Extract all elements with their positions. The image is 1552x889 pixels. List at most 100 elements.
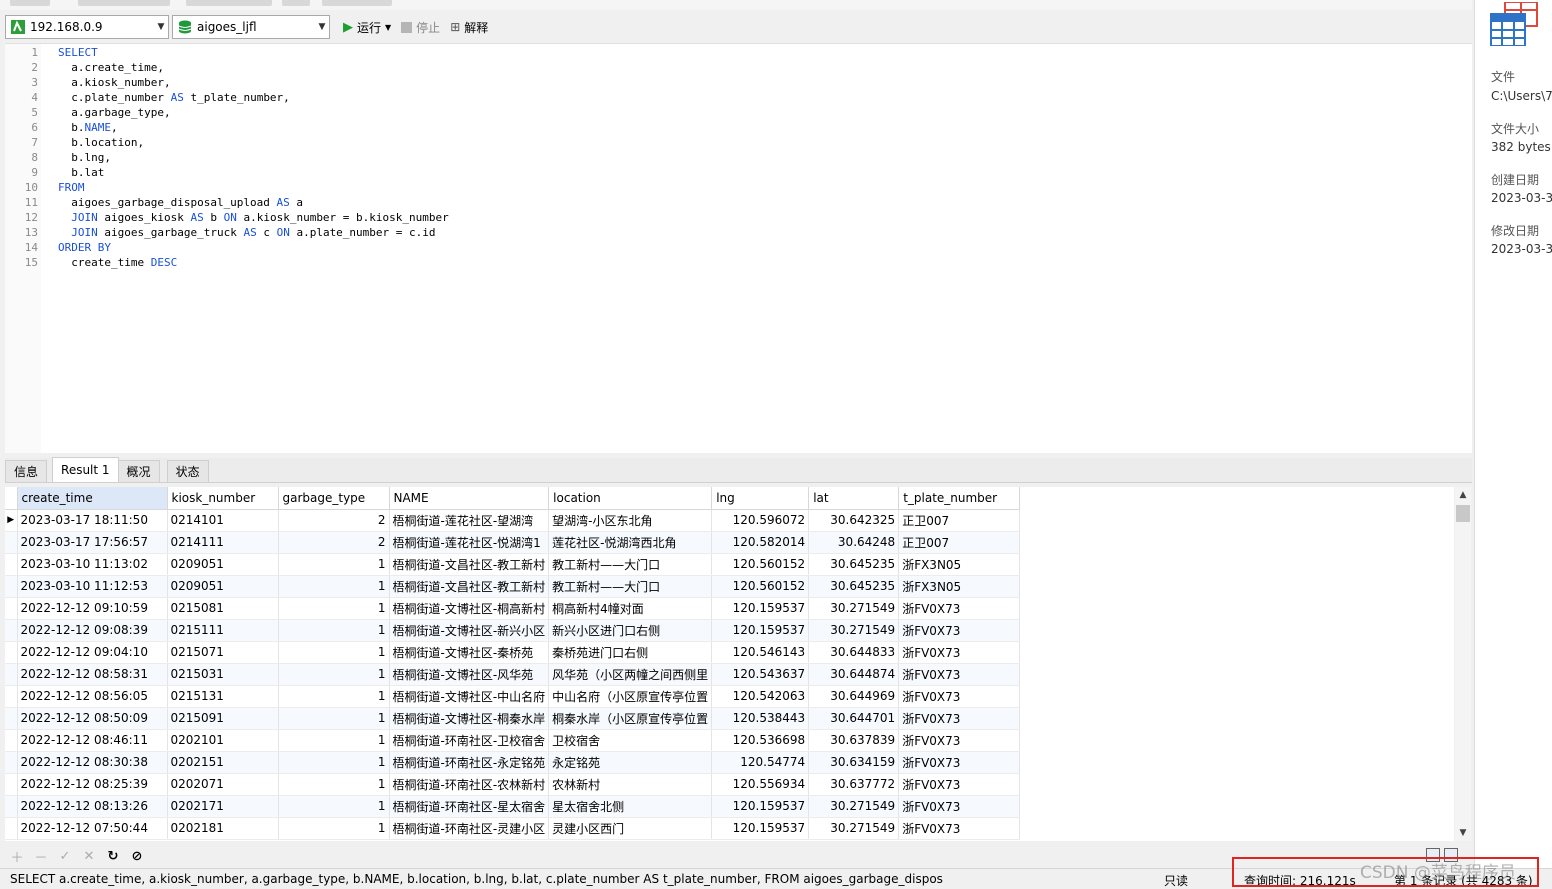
table-row[interactable]: 2022-12-12 08:13:26 0202171 1 梧桐街道-环南社区-星太宿… <box>5 795 1021 818</box>
row-indicator[interactable] <box>5 575 18 598</box>
table-cell[interactable]: 30.634159 <box>808 751 900 774</box>
table-cell[interactable]: 梧桐街道-文博社区-桐秦水岸 <box>389 707 550 730</box>
table-cell[interactable]: 30.64248 <box>808 531 900 554</box>
table-row[interactable]: 2022-12-12 07:50:44 0202181 1 梧桐街道-环南社区-灵建小… <box>5 817 1021 840</box>
table-cell[interactable]: 2022-12-12 08:58:31 <box>17 663 168 686</box>
table-cell[interactable]: 2022-12-12 08:56:05 <box>17 685 168 708</box>
row-indicator[interactable]: ▶ <box>5 509 18 532</box>
column-header-lat[interactable]: lat <box>808 487 900 510</box>
table-cell[interactable]: 2023-03-17 17:56:57 <box>17 531 168 554</box>
table-cell[interactable]: 30.637772 <box>808 773 900 796</box>
table-cell[interactable]: 中山名府（小区原宣传亭位置 <box>548 685 713 708</box>
table-cell[interactable]: 0202171 <box>167 795 279 818</box>
table-cell[interactable]: 0202151 <box>167 751 279 774</box>
table-cell[interactable]: 梧桐街道-莲花社区-悦湖湾1 <box>389 531 550 554</box>
table-row[interactable]: 2022-12-12 09:04:10 0215071 1 梧桐街道-文博社区-秦桥苑… <box>5 641 1021 664</box>
table-cell[interactable]: 120.560152 <box>711 553 810 576</box>
table-cell[interactable]: 120.596072 <box>711 509 810 532</box>
table-cell[interactable]: 1 <box>278 685 390 708</box>
sql-editor[interactable]: 1 SELECT 2 a.create_time, 3 a.kiosk_number,… <box>5 43 1472 453</box>
table-cell[interactable]: 1 <box>278 597 390 620</box>
table-cell[interactable]: 0214101 <box>167 509 279 532</box>
table-cell[interactable]: 2 <box>278 509 390 532</box>
table-cell[interactable]: 120.542063 <box>711 685 810 708</box>
table-cell[interactable]: 秦桥苑进门口右侧 <box>548 641 713 664</box>
table-cell[interactable]: 1 <box>278 795 390 818</box>
table-cell[interactable]: 30.644874 <box>808 663 900 686</box>
scroll-up-icon[interactable]: ▲ <box>1455 487 1471 503</box>
table-cell[interactable]: 2023-03-10 11:13:02 <box>17 553 168 576</box>
table-cell[interactable]: 0214111 <box>167 531 279 554</box>
row-indicator[interactable] <box>5 729 18 752</box>
table-cell[interactable]: 1 <box>278 773 390 796</box>
table-cell[interactable]: 梧桐街道-环南社区-星太宿舍 <box>389 795 550 818</box>
table-cell[interactable]: 浙FV0X73 <box>898 795 1021 818</box>
table-cell[interactable]: 1 <box>278 663 390 686</box>
table-cell[interactable]: 30.271549 <box>808 619 900 642</box>
table-cell[interactable]: 梧桐街道-文博社区-中山名府 <box>389 685 550 708</box>
column-header-t-plate-number[interactable]: t_plate_number <box>898 487 1021 510</box>
table-cell[interactable]: 0209051 <box>167 575 279 598</box>
row-indicator[interactable] <box>5 751 18 774</box>
table-cell[interactable]: 0215081 <box>167 597 279 620</box>
table-cell[interactable]: 1 <box>278 619 390 642</box>
table-cell[interactable]: 120.556934 <box>711 773 810 796</box>
explain-button[interactable]: ⊞ 解释 <box>450 15 488 39</box>
stop-button[interactable]: 停止 <box>401 15 440 39</box>
row-indicator[interactable] <box>5 531 18 554</box>
table-row[interactable]: 2023-03-17 17:56:57 0214111 2 梧桐街道-莲花社区-悦湖湾… <box>5 531 1021 554</box>
table-row[interactable]: 2022-12-12 08:25:39 0202071 1 梧桐街道-环南社区-农林新… <box>5 773 1021 796</box>
table-cell[interactable]: 120.582014 <box>711 531 810 554</box>
table-cell[interactable]: 30.271549 <box>808 795 900 818</box>
table-cell[interactable]: 120.546143 <box>711 641 810 664</box>
table-cell[interactable]: 2 <box>278 531 390 554</box>
table-cell[interactable]: 浙FV0X73 <box>898 619 1021 642</box>
table-cell[interactable]: 浙FV0X73 <box>898 707 1021 730</box>
table-cell[interactable]: 120.54774 <box>711 751 810 774</box>
tab-profile[interactable]: 概况 <box>117 460 160 482</box>
table-row[interactable]: 2022-12-12 08:58:31 0215031 1 梧桐街道-文博社区-风华苑… <box>5 663 1021 686</box>
row-indicator[interactable] <box>5 619 18 642</box>
row-indicator[interactable] <box>5 663 18 686</box>
table-cell[interactable]: 2023-03-17 18:11:50 <box>17 509 168 532</box>
table-row[interactable]: 2022-12-12 08:30:38 0202151 1 梧桐街道-环南社区-永定铭… <box>5 751 1021 774</box>
table-cell[interactable]: 教工新村——大门口 <box>548 553 713 576</box>
table-row[interactable]: 2022-12-12 08:46:11 0202101 1 梧桐街道-环南社区-卫校宿… <box>5 729 1021 752</box>
table-cell[interactable]: 浙FX3N05 <box>898 553 1021 576</box>
column-header-kiosk-number[interactable]: kiosk_number <box>167 487 279 510</box>
row-indicator[interactable] <box>5 707 18 730</box>
table-cell[interactable]: 梧桐街道-环南社区-永定铭苑 <box>389 751 550 774</box>
table-cell[interactable]: 梧桐街道-文博社区-新兴小区 <box>389 619 550 642</box>
chevron-down-icon[interactable]: ▼ <box>385 23 391 32</box>
row-indicator[interactable] <box>5 553 18 576</box>
table-cell[interactable]: 2022-12-12 09:08:39 <box>17 619 168 642</box>
table-cell[interactable]: 2022-12-12 08:25:39 <box>17 773 168 796</box>
table-cell[interactable]: 2022-12-12 08:46:11 <box>17 729 168 752</box>
table-cell[interactable]: 2022-12-12 08:13:26 <box>17 795 168 818</box>
table-cell[interactable]: 2022-12-12 09:10:59 <box>17 597 168 620</box>
row-indicator[interactable] <box>5 685 18 708</box>
table-cell[interactable]: 2022-12-12 09:04:10 <box>17 641 168 664</box>
tab-status[interactable]: 状态 <box>166 460 209 482</box>
table-cell[interactable]: 梧桐街道-文博社区-桐高新村 <box>389 597 550 620</box>
run-button[interactable]: ▶ 运行 ▼ <box>343 15 391 39</box>
table-cell[interactable]: 卫校宿舍 <box>548 729 713 752</box>
table-cell[interactable]: 桐秦水岸（小区原宣传亭位置 <box>548 707 713 730</box>
table-cell[interactable]: 1 <box>278 729 390 752</box>
table-cell[interactable]: 教工新村——大门口 <box>548 575 713 598</box>
table-cell[interactable]: 梧桐街道-环南社区-灵建小区 <box>389 817 550 840</box>
table-cell[interactable]: 30.644969 <box>808 685 900 708</box>
database-select[interactable]: aigoes_ljfl ▼ <box>172 15 330 39</box>
table-cell[interactable]: 1 <box>278 751 390 774</box>
table-cell[interactable]: 0215131 <box>167 685 279 708</box>
table-cell[interactable]: 星太宿舍北侧 <box>548 795 713 818</box>
stop-query-icon[interactable]: ⊘ <box>125 849 149 864</box>
table-cell[interactable]: 1 <box>278 575 390 598</box>
table-row[interactable]: 2022-12-12 09:10:59 0215081 1 梧桐街道-文博社区-桐高新… <box>5 597 1021 620</box>
table-cell[interactable]: 农林新村 <box>548 773 713 796</box>
table-cell[interactable]: 莲花社区-悦湖湾西北角 <box>548 531 713 554</box>
table-cell[interactable]: 正卫007 <box>898 509 1021 532</box>
table-cell[interactable]: 0215111 <box>167 619 279 642</box>
column-header-garbage-type[interactable]: garbage_type <box>278 487 390 510</box>
table-cell[interactable]: 新兴小区进门口右侧 <box>548 619 713 642</box>
